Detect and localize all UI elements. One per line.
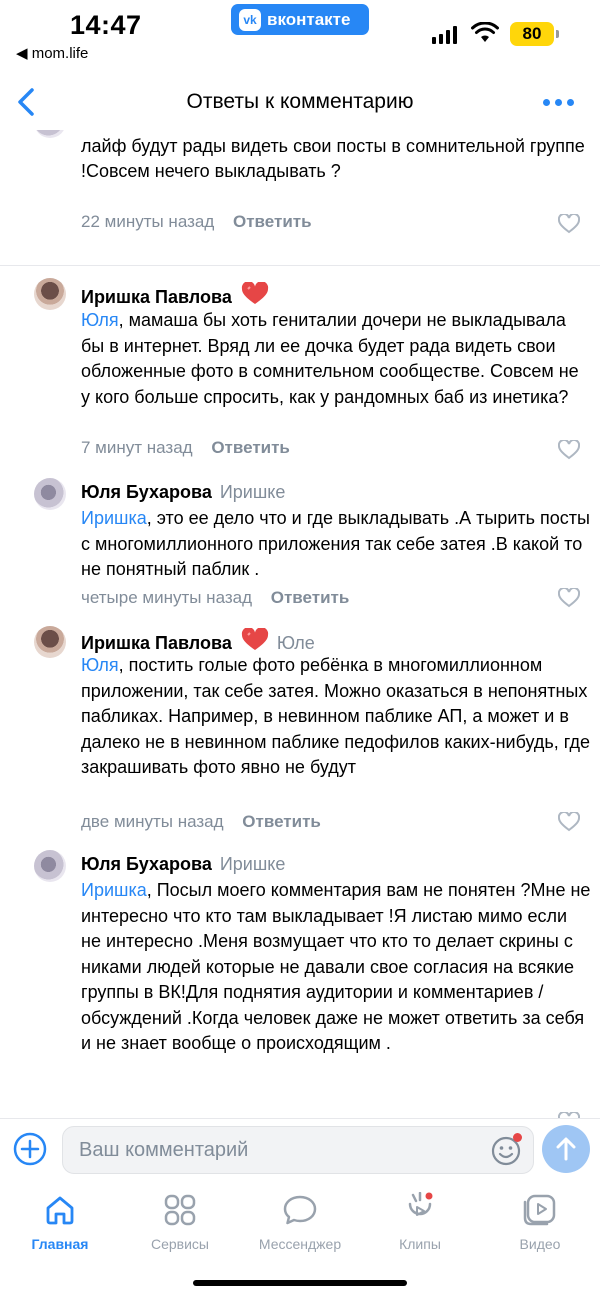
battery-indicator: 80 [510,22,554,46]
comment-text: Вы бы хоть Ники замазали бы !Вряд ли пол… [81,135,585,182]
tab-label: Видео [519,1236,561,1252]
comment-meta: 22 минуты назад Ответить [81,212,312,232]
nav-bar: Ответы к комментарию [0,74,600,130]
comment-text: Иришка, Посыл моего комментария вам не п… [81,880,591,1053]
mention-link[interactable]: Иришка [81,880,147,900]
comment-author[interactable]: Юля Бухарова Иришке [81,854,285,875]
page-title: Ответы к комментарию [186,90,414,113]
reply-to[interactable]: Юле [277,633,315,653]
clips-icon [408,1192,433,1216]
notification-dot [513,1133,522,1142]
home-indicator[interactable] [193,1280,407,1286]
reply-button[interactable]: Ответить [233,212,312,231]
back-to-app-link[interactable]: ◀ mom.life [16,44,88,62]
comment-text: Юля, постить голые фото ребёнка в многом… [81,655,591,777]
comment-time: четыре минуты назад [81,588,253,607]
avatar[interactable] [34,478,66,510]
reply-button[interactable]: Ответить [271,588,350,607]
battery-tip [556,30,559,38]
reply-to[interactable]: Иришке [220,854,286,874]
heart-badge-icon [241,628,268,650]
signal-icon [432,26,457,44]
clock: 14:47 [70,10,142,40]
comment-input[interactable]: Ваш комментарий [62,1126,534,1174]
heart-icon[interactable] [558,440,580,460]
add-attachment-icon[interactable] [12,1131,48,1167]
wifi-icon [471,22,499,42]
comment-text: Юля, мамаша бы хоть гениталии дочери не … [81,310,579,407]
app-badge: vk вконтакте [231,4,369,35]
home-icon [46,1196,74,1225]
divider [0,265,600,266]
tab-label: Сервисы [150,1236,209,1252]
status-bar: 14:47 ◀ mom.life vk вконтакте 80 [0,0,600,70]
comment-meta: две минуты назад Ответить [81,812,321,832]
avatar[interactable] [34,278,66,310]
reply-to[interactable]: Иришке [220,482,286,502]
heart-badge-icon [241,282,268,304]
tab-messenger[interactable]: Мессенджер [240,1190,360,1252]
reply-button[interactable]: Ответить [242,812,321,831]
more-dots-icon[interactable] [543,99,574,106]
send-button[interactable] [542,1125,590,1173]
tab-video[interactable]: Видео [480,1190,600,1252]
tab-label: Мессенджер [258,1236,342,1252]
tab-home[interactable]: Главная [0,1190,120,1252]
avatar[interactable] [34,130,66,138]
heart-icon[interactable] [558,214,580,234]
video-icon [523,1194,556,1226]
arrow-up-icon [556,1137,576,1161]
comment-time: 22 минуты назад [81,212,215,231]
tab-label: Главная [31,1236,89,1252]
avatar[interactable] [34,850,66,882]
comments-feed[interactable]: Вы бы хоть Ники замазали бы !Вряд ли пол… [0,130,600,1118]
comment-meta: четыре минуты назад Ответить [81,588,349,608]
mention-link[interactable]: Иришка [81,508,147,528]
comment-author[interactable]: Иришка Павлова [81,282,269,308]
mention-link[interactable]: Юля [81,310,119,330]
tab-label: Клипы [399,1236,441,1252]
mention-link[interactable]: Юля [81,655,119,675]
vk-logo-icon: vk [239,8,261,31]
heart-icon[interactable] [558,588,580,608]
heart-icon[interactable] [558,812,580,832]
reply-button[interactable]: Ответить [211,438,290,457]
avatar[interactable] [34,626,66,658]
tab-services[interactable]: Сервисы [120,1190,240,1252]
comment-author[interactable]: Иришка Павлова Юле [81,628,315,654]
comment-time: две минуты назад [81,812,224,831]
comment-text: Иришка, это ее дело что и где выкладыват… [81,508,590,579]
comment-time: 7 минут назад [81,438,193,457]
comment-meta: 7 минут назад Ответить [81,438,290,458]
app-badge-label: вконтакте [267,9,351,29]
messenger-icon [283,1195,317,1225]
comment-author[interactable]: Юля Бухарова Иришке [81,482,285,503]
comment-composer: Ваш комментарий [0,1118,600,1180]
tab-clips[interactable]: Клипы [360,1190,480,1252]
services-icon [164,1194,196,1226]
